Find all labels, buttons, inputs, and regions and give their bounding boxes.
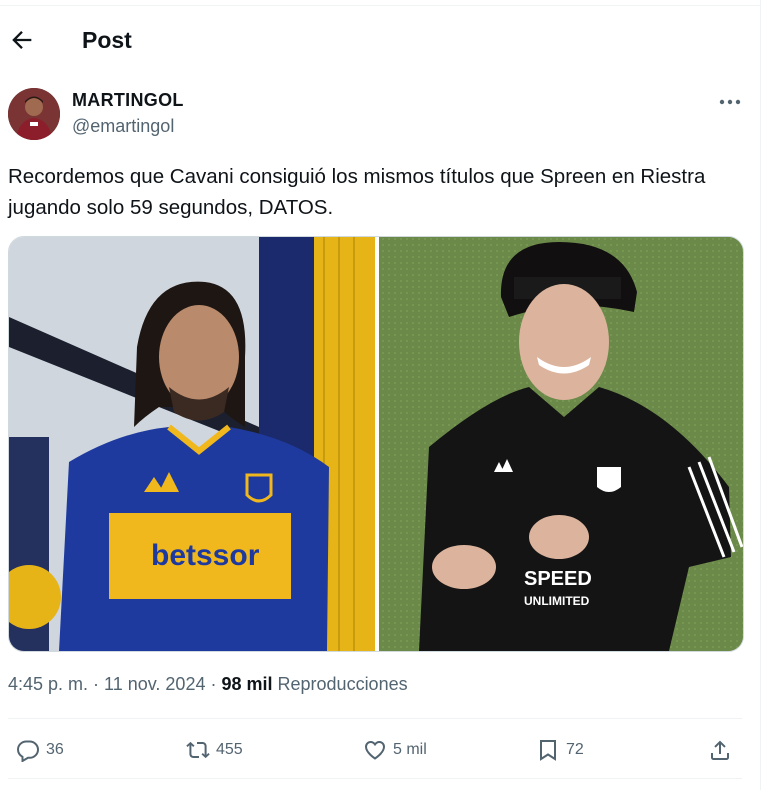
author-handle[interactable]: @emartingol [72, 116, 174, 137]
post-media[interactable]: betssor SPEED UNLIMITED [8, 236, 744, 652]
action-bar: 36 455 5 mil 72 [8, 730, 742, 770]
share-icon [711, 740, 729, 760]
repost-button[interactable]: 455 [186, 730, 243, 770]
bookmark-icon [540, 740, 556, 761]
reply-icon [16, 740, 40, 762]
bookmark-count: 72 [566, 741, 584, 758]
reply-button[interactable]: 36 [16, 730, 64, 770]
back-button[interactable] [8, 26, 36, 54]
reply-count: 36 [46, 741, 64, 758]
views-label: Reproducciones [277, 674, 408, 694]
repost-icon [186, 741, 210, 759]
divider [8, 778, 742, 779]
divider [8, 718, 742, 719]
page-title: Post [82, 27, 132, 53]
views-count: 98 mil [221, 674, 273, 694]
top-border [0, 0, 760, 6]
more-icon [719, 99, 741, 105]
author-name[interactable]: MARTINGOL [72, 90, 184, 111]
header: Post [0, 18, 760, 62]
more-button[interactable] [712, 90, 748, 114]
share-button[interactable] [708, 730, 732, 770]
post-text: Recordemos que Cavani consiguió los mism… [8, 165, 706, 219]
post-meta: 4:45 p. m. · 11 nov. 2024 · 98 mil Repro… [8, 674, 408, 694]
back-arrow-icon [12, 31, 32, 49]
media-svg: betssor SPEED UNLIMITED [9, 237, 743, 651]
repost-count: 455 [216, 741, 243, 758]
like-count: 5 mil [393, 741, 427, 758]
post-date[interactable]: 11 nov. 2024 [104, 674, 205, 694]
like-button[interactable]: 5 mil [363, 730, 427, 770]
right-jersey-text-2: UNLIMITED [524, 594, 590, 608]
like-icon [364, 740, 386, 760]
right-jersey-text-1: SPEED [524, 568, 592, 590]
post-time[interactable]: 4:45 p. m. [8, 674, 88, 694]
avatar[interactable] [8, 88, 60, 140]
avatar-image [8, 88, 60, 140]
left-jersey-text: betssor [151, 539, 260, 572]
right-border [760, 0, 761, 790]
bookmark-button[interactable]: 72 [536, 730, 584, 770]
